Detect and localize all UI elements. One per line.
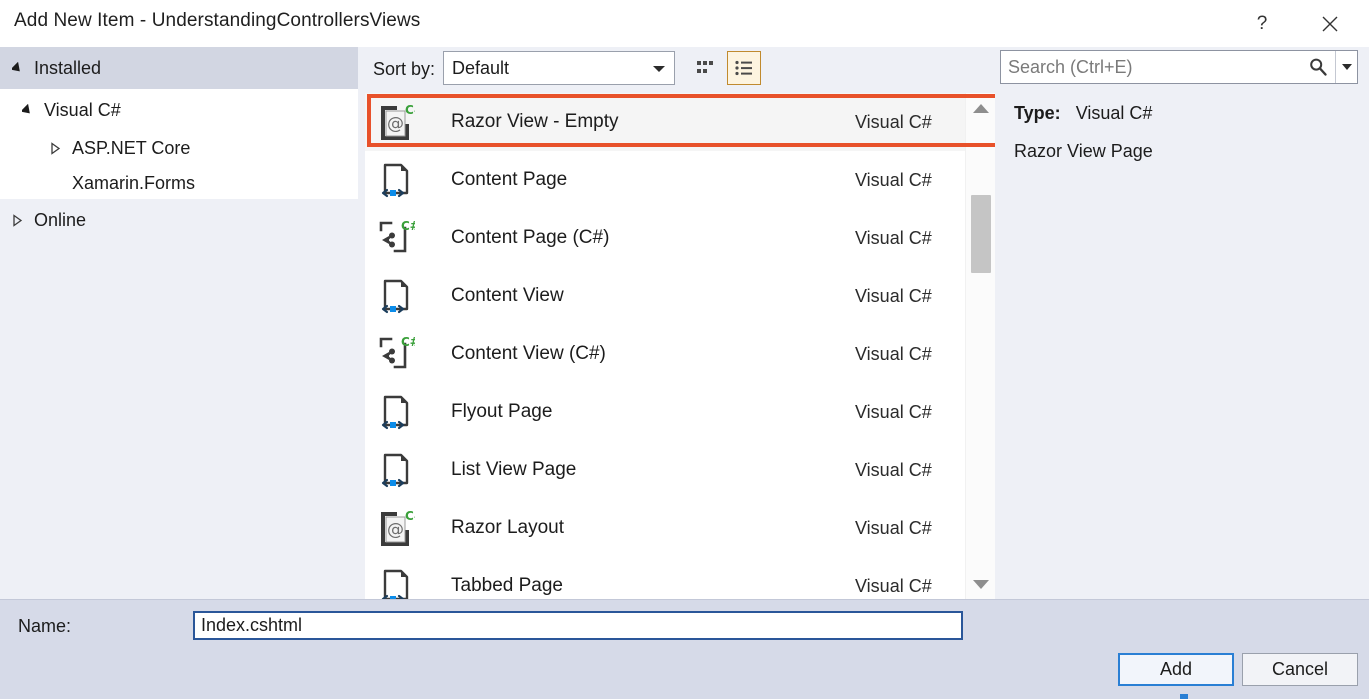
list-item[interactable]: Tabbed Page Visual C# bbox=[365, 557, 965, 599]
search-dropdown-icon[interactable] bbox=[1335, 51, 1357, 83]
csharp-class-icon: C# bbox=[373, 332, 417, 376]
list-item-type: Visual C# bbox=[855, 459, 932, 480]
tree-node-aspnet-core[interactable]: ASP.NET Core bbox=[0, 131, 358, 166]
list-item-name: Content Page bbox=[451, 169, 568, 190]
search-box[interactable] bbox=[1000, 50, 1358, 84]
add-button[interactable]: Add bbox=[1118, 653, 1234, 686]
expander-down-icon bbox=[12, 61, 23, 75]
list-item-name: Razor View - Empty bbox=[451, 111, 619, 132]
xaml-page-icon bbox=[373, 448, 417, 492]
dialog-footer: Name: Add Cancel bbox=[0, 599, 1369, 699]
list-item[interactable]: Content Page Visual C# bbox=[365, 151, 965, 209]
list-item[interactable]: Content View Visual C# bbox=[365, 267, 965, 325]
search-icon[interactable] bbox=[1301, 51, 1335, 83]
list-item[interactable]: C# Content Page (C#) Visual C# bbox=[365, 209, 965, 267]
scroll-up-icon[interactable] bbox=[966, 93, 995, 123]
cancel-button[interactable]: Cancel bbox=[1242, 653, 1358, 686]
detail-type-value: Visual C# bbox=[1075, 103, 1153, 123]
expander-down-icon bbox=[22, 103, 33, 117]
list-scrollbar[interactable] bbox=[965, 93, 995, 599]
svg-text:C#: C# bbox=[401, 219, 415, 233]
focus-indicator bbox=[1180, 694, 1188, 699]
sort-by-value: Default bbox=[452, 58, 510, 78]
list-item-type: Visual C# bbox=[855, 111, 932, 132]
detail-type-key: Type: bbox=[1014, 103, 1061, 123]
list-item-type: Visual C# bbox=[855, 401, 932, 422]
tree-node-online[interactable]: Online bbox=[0, 199, 358, 241]
tree-group-installed: Visual C# ASP.NET Core Xamarin.Forms bbox=[0, 89, 358, 199]
list-item-name: List View Page bbox=[451, 459, 577, 480]
svg-text:C#: C# bbox=[405, 103, 415, 117]
list-item-type: Visual C# bbox=[855, 575, 932, 596]
close-icon[interactable] bbox=[1301, 0, 1359, 47]
template-list-rows: @ C# Razor View - Empty Visual C# Content… bbox=[365, 93, 965, 599]
name-input[interactable] bbox=[193, 611, 963, 640]
svg-text:@: @ bbox=[387, 114, 404, 134]
dialog-body: Installed Visual C# ASP.NET Core Xamarin… bbox=[0, 47, 1369, 599]
title-bar: Add New Item - UnderstandingControllersV… bbox=[0, 0, 1369, 47]
list-item-name: Content View (C#) bbox=[451, 343, 606, 364]
xaml-page-icon bbox=[373, 390, 417, 434]
scroll-down-icon[interactable] bbox=[966, 569, 995, 599]
svg-text:@: @ bbox=[387, 520, 404, 540]
list-view-icon[interactable] bbox=[727, 51, 761, 85]
list-toolbar: Sort by: Default bbox=[365, 47, 995, 93]
tree-node-installed[interactable]: Installed bbox=[0, 47, 358, 89]
expander-right-icon bbox=[12, 213, 23, 227]
list-item[interactable]: C# Content View (C#) Visual C# bbox=[365, 325, 965, 383]
list-item-type: Visual C# bbox=[855, 517, 932, 538]
sort-by-label: Sort by: bbox=[373, 59, 436, 79]
detail-description: Razor View Page bbox=[1014, 141, 1153, 161]
expander-right-icon bbox=[50, 142, 61, 155]
list-item-name: Flyout Page bbox=[451, 401, 553, 422]
grid-view-icon[interactable] bbox=[688, 51, 722, 85]
tree-label-xamarin-forms: Xamarin.Forms bbox=[72, 173, 196, 193]
list-item-name: Tabbed Page bbox=[451, 575, 563, 596]
page-title: Add New Item - UnderstandingControllersV… bbox=[14, 10, 421, 31]
list-item-type: Visual C# bbox=[855, 169, 932, 190]
list-item-name: Razor Layout bbox=[451, 517, 565, 538]
tree-node-visual-csharp[interactable]: Visual C# bbox=[0, 89, 358, 131]
help-icon[interactable]: ? bbox=[1233, 0, 1291, 47]
list-item[interactable]: @ C# Razor View - Empty Visual C# bbox=[365, 93, 965, 151]
list-item-type: Visual C# bbox=[855, 343, 932, 364]
tree-node-xamarin-forms[interactable]: Xamarin.Forms bbox=[0, 166, 358, 201]
list-item-type: Visual C# bbox=[855, 227, 932, 248]
list-item[interactable]: Flyout Page Visual C# bbox=[365, 383, 965, 441]
add-new-item-dialog: Add New Item - UnderstandingControllersV… bbox=[0, 0, 1369, 699]
list-item-type: Visual C# bbox=[855, 285, 932, 306]
template-list-panel: Sort by: Default @ C Razor View - Empty … bbox=[365, 47, 995, 599]
category-tree: Installed Visual C# ASP.NET Core Xamarin… bbox=[0, 47, 358, 599]
xaml-page-icon bbox=[373, 158, 417, 202]
razor-file-icon: @ C# bbox=[373, 506, 417, 550]
sort-by-dropdown[interactable]: Default bbox=[443, 51, 675, 85]
tree-label-installed: Installed bbox=[34, 57, 102, 78]
svg-text:C#: C# bbox=[401, 335, 415, 349]
list-item-name: Content View bbox=[451, 285, 564, 306]
expander-placeholder bbox=[50, 177, 61, 190]
detail-panel: Type: Visual C# Razor View Page bbox=[1000, 47, 1369, 599]
search-input[interactable] bbox=[1001, 52, 1301, 82]
chevron-down-icon bbox=[653, 66, 665, 72]
tree-label-visual-csharp: Visual C# bbox=[44, 99, 121, 120]
scrollbar-thumb[interactable] bbox=[971, 195, 991, 273]
csharp-class-icon: C# bbox=[373, 216, 417, 260]
detail-type-row: Type: Visual C# bbox=[1014, 103, 1152, 124]
xaml-page-icon bbox=[373, 564, 417, 599]
list-item[interactable]: @ C# Razor Layout Visual C# bbox=[365, 499, 965, 557]
name-label: Name: bbox=[18, 616, 72, 636]
tree-label-aspnet-core: ASP.NET Core bbox=[72, 138, 191, 158]
template-list[interactable]: @ C# Razor View - Empty Visual C# Content… bbox=[365, 93, 995, 599]
xaml-page-icon bbox=[373, 274, 417, 318]
razor-file-icon: @ C# bbox=[373, 100, 417, 144]
tree-label-online: Online bbox=[34, 209, 87, 230]
list-item-name: Content Page (C#) bbox=[451, 227, 610, 248]
help-glyph: ? bbox=[1256, 12, 1268, 34]
list-item[interactable]: List View Page Visual C# bbox=[365, 441, 965, 499]
svg-text:C#: C# bbox=[405, 509, 415, 523]
